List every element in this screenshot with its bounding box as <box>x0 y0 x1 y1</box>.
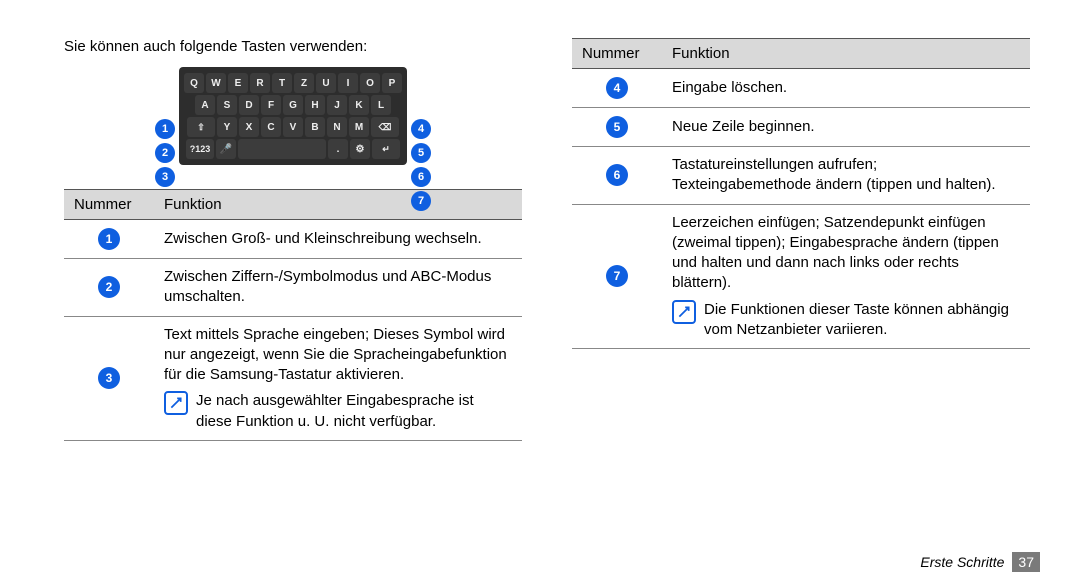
row5-func: Neue Zeile beginnen. <box>662 108 1030 147</box>
key-e: E <box>228 73 248 93</box>
page-footer: Erste Schritte 37 <box>920 552 1040 572</box>
row2-func: Zwischen Ziffern-/Symbolmodus und ABC-Mo… <box>154 259 522 317</box>
key-mic: 🎤 <box>216 139 236 159</box>
circle-1-icon: 1 <box>98 228 120 250</box>
circle-7-icon: 7 <box>606 265 628 287</box>
left-column: Sie können auch folgende Tasten verwende… <box>64 38 552 576</box>
key-a: A <box>195 95 215 115</box>
callout-1: 1 <box>155 119 175 139</box>
row7-main: Leerzeichen einfügen; Satzendepunkt einf… <box>672 213 1020 294</box>
key-space <box>238 139 326 159</box>
th-function-r: Funktion <box>662 39 1030 69</box>
circle-2-icon: 2 <box>98 276 120 298</box>
key-g: G <box>283 95 303 115</box>
footer-page-number: 37 <box>1012 552 1040 572</box>
key-z: Z <box>294 73 314 93</box>
row4-num: 4 <box>572 69 662 108</box>
circle-6-icon: 6 <box>606 164 628 186</box>
row6-num: 6 <box>572 147 662 205</box>
row7-func: Leerzeichen einfügen; Satzendepunkt einf… <box>662 204 1030 349</box>
row3-func: Text mittels Sprache eingeben; Dieses Sy… <box>154 316 522 440</box>
key-shift: ⇧ <box>187 117 215 137</box>
key-s: S <box>217 95 237 115</box>
key-b: B <box>305 117 325 137</box>
row3-note: Je nach ausgewählter Eingabesprache ist … <box>164 391 512 432</box>
key-q: Q <box>184 73 204 93</box>
intro-text: Sie können auch folgende Tasten verwende… <box>64 38 522 55</box>
th-number-r: Nummer <box>572 39 662 69</box>
key-r: R <box>250 73 270 93</box>
key-y: Y <box>217 117 237 137</box>
callout-2: 2 <box>155 143 175 163</box>
key-i: I <box>338 73 358 93</box>
key-n: N <box>327 117 347 137</box>
left-table: Nummer Funktion 1 Zwischen Groß- und Kle… <box>64 189 522 441</box>
row4-func: Eingabe löschen. <box>662 69 1030 108</box>
row7-note: Die Funktionen dieser Taste können abhän… <box>672 300 1020 341</box>
key-u: U <box>316 73 336 93</box>
callout-6: 6 <box>411 167 431 187</box>
circle-3-icon: 3 <box>98 367 120 389</box>
key-o: O <box>360 73 380 93</box>
row7-num: 7 <box>572 204 662 349</box>
row7-note-text: Die Funktionen dieser Taste können abhän… <box>704 300 1020 341</box>
key-j: J <box>327 95 347 115</box>
key-k: K <box>349 95 369 115</box>
row3-num: 3 <box>64 316 154 440</box>
right-column: Nummer Funktion 4 Eingabe löschen. 5 Neu… <box>552 38 1040 576</box>
key-h: H <box>305 95 325 115</box>
row1-num: 1 <box>64 220 154 259</box>
key-f: F <box>261 95 281 115</box>
row2-num: 2 <box>64 259 154 317</box>
row1-func: Zwischen Groß- und Kleinschreibung wechs… <box>154 220 522 259</box>
key-gear: ⚙ <box>350 139 370 159</box>
key-enter: ↵ <box>372 139 400 159</box>
th-function: Funktion <box>154 190 522 220</box>
row6-func: Tastatureinstellungen aufrufen; Texteing… <box>662 147 1030 205</box>
th-number: Nummer <box>64 190 154 220</box>
key-w: W <box>206 73 226 93</box>
keyboard-diagram: Q W E R T Z U I O P A S D F G H <box>64 67 522 165</box>
key-mode: ?123 <box>186 139 214 159</box>
keyboard-panel: Q W E R T Z U I O P A S D F G H <box>179 67 407 165</box>
note-icon <box>164 391 188 415</box>
footer-section: Erste Schritte <box>920 554 1004 570</box>
row3-main: Text mittels Sprache eingeben; Dieses Sy… <box>164 325 512 386</box>
key-m: M <box>349 117 369 137</box>
key-x: X <box>239 117 259 137</box>
key-c: C <box>261 117 281 137</box>
callout-3: 3 <box>155 167 175 187</box>
callout-4: 4 <box>411 119 431 139</box>
key-v: V <box>283 117 303 137</box>
row3-note-text: Je nach ausgewählter Eingabesprache ist … <box>196 391 512 432</box>
key-delete: ⌫ <box>371 117 399 137</box>
key-d: D <box>239 95 259 115</box>
key-t: T <box>272 73 292 93</box>
row5-num: 5 <box>572 108 662 147</box>
right-table: Nummer Funktion 4 Eingabe löschen. 5 Neu… <box>572 38 1030 349</box>
circle-4-icon: 4 <box>606 77 628 99</box>
key-l: L <box>371 95 391 115</box>
callout-5: 5 <box>411 143 431 163</box>
key-dot: . <box>328 139 348 159</box>
note-icon <box>672 300 696 324</box>
callout-7: 7 <box>411 191 431 211</box>
circle-5-icon: 5 <box>606 116 628 138</box>
key-p: P <box>382 73 402 93</box>
